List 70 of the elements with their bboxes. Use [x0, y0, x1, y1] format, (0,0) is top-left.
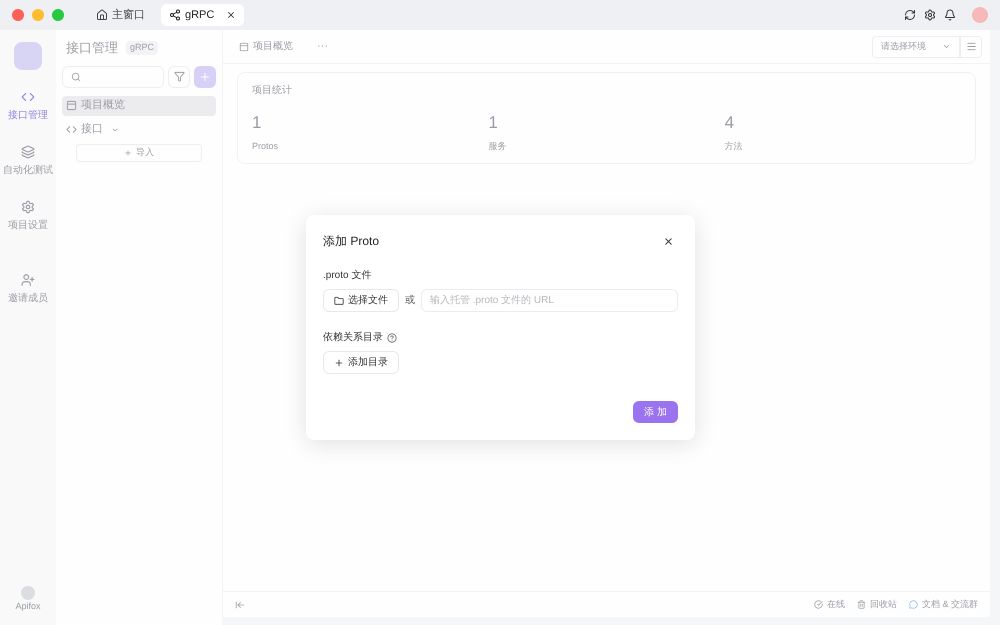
brand-logo-icon — [20, 586, 35, 600]
code-icon — [21, 90, 35, 104]
stat-label: 方法 — [724, 140, 743, 152]
settings-icon[interactable] — [924, 9, 936, 21]
add-directory-button[interactable]: 添加目录 — [323, 351, 399, 374]
panel-icon — [239, 42, 249, 52]
tree-item[interactable]: 项目概览 — [62, 96, 216, 116]
close-icon[interactable] — [663, 236, 674, 246]
share-icon — [169, 9, 181, 21]
card-title: 项目统计 — [252, 84, 292, 98]
more-tabs[interactable]: ··· — [317, 38, 328, 55]
or-text: 或 — [405, 294, 415, 308]
home-icon — [96, 9, 108, 21]
window-tab[interactable]: gRPC — [161, 4, 244, 26]
stat-value: 4 — [724, 112, 734, 134]
stat-label: Protos — [252, 140, 278, 152]
nav-item[interactable]: 邀请成员 — [8, 273, 48, 306]
minimize-window-icon[interactable] — [32, 9, 44, 21]
app-logo — [14, 42, 42, 70]
url-field[interactable]: 输入托管 .proto 文件的 URL — [421, 289, 678, 312]
protocol-tag: gRPC — [126, 41, 158, 54]
sidebar-title: 接口管理 — [66, 39, 118, 57]
help-icon[interactable] — [387, 332, 397, 342]
filter-button[interactable] — [168, 66, 190, 88]
maximize-window-icon[interactable] — [52, 9, 64, 21]
field-label: .proto 文件 — [323, 268, 372, 283]
search-icon — [71, 72, 81, 82]
add-user-icon — [21, 273, 35, 287]
stat-value: 1 — [488, 112, 498, 134]
menu-button[interactable] — [960, 36, 982, 58]
nav-item[interactable]: 自动化测试 — [3, 145, 53, 178]
tree-item[interactable]: 接口 — [62, 120, 216, 140]
filter-icon — [174, 71, 184, 82]
field-label: 依赖关系目录 — [323, 330, 383, 345]
status-link[interactable]: 文档 & 交流群 — [922, 598, 978, 612]
brand-name: Apifox — [15, 600, 40, 613]
nav-item[interactable]: 接口管理 — [8, 90, 48, 123]
import-button[interactable]: 导入 — [76, 144, 202, 162]
plus-icon — [124, 148, 132, 156]
content-tab[interactable]: 项目概览 — [231, 30, 301, 63]
layers-icon — [21, 145, 35, 159]
nav-item[interactable]: 项目设置 — [8, 200, 48, 233]
stat-value: 1 — [252, 112, 262, 134]
environment-select[interactable]: 请选择环境 — [872, 36, 960, 58]
stat-label: 服务 — [488, 140, 506, 152]
code-icon — [66, 124, 77, 135]
choose-file-button[interactable]: 选择文件 — [323, 289, 399, 312]
close-tab-icon[interactable] — [226, 10, 236, 20]
chevron-down-icon — [942, 42, 951, 51]
gear-icon — [21, 200, 35, 214]
check-circle-icon — [814, 600, 823, 609]
window-tab[interactable]: 主窗口 — [88, 4, 153, 26]
trash-icon — [856, 600, 866, 609]
menu-icon — [966, 41, 976, 52]
avatar[interactable] — [972, 7, 988, 23]
chat-icon — [908, 600, 918, 609]
status-link[interactable]: 回收站 — [870, 598, 897, 612]
search-field[interactable] — [62, 66, 164, 88]
plus-icon — [334, 358, 344, 368]
refresh-icon[interactable] — [904, 9, 916, 21]
add-button[interactable] — [194, 66, 216, 88]
status-link[interactable]: 在线 — [826, 598, 845, 612]
folder-icon — [334, 296, 344, 306]
close-window-icon[interactable] — [12, 9, 24, 21]
add-submit-button[interactable]: 添 加 — [633, 401, 678, 423]
plus-icon — [199, 70, 211, 82]
collapse-icon[interactable] — [235, 600, 245, 610]
dialog-title: 添加 Proto — [323, 233, 380, 250]
bell-icon[interactable] — [944, 9, 956, 21]
panel-icon — [66, 100, 77, 111]
